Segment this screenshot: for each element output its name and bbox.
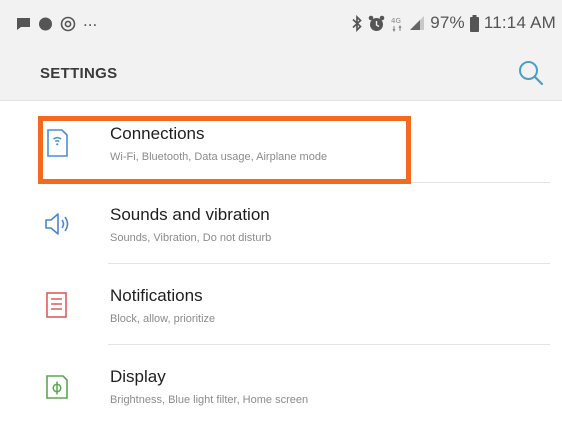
network-4g-icon: 4G xyxy=(391,17,402,32)
message-icon xyxy=(17,18,30,30)
display-title: Display xyxy=(110,367,166,386)
settings-item-sounds[interactable]: Sounds and vibration Sounds, Vibration, … xyxy=(0,183,562,264)
battery-icon xyxy=(469,14,479,32)
status-left-icons: ... xyxy=(16,11,98,34)
settings-header: SETTINGS xyxy=(0,44,562,101)
svg-text:4G: 4G xyxy=(391,17,401,25)
settings-list: Connections Wi-Fi, Bluetooth, Data usage… xyxy=(0,102,562,426)
speaker-icon xyxy=(45,213,69,235)
status-bar: ... 4G 97% 11:14 AM xyxy=(0,0,562,44)
page-title: SETTINGS xyxy=(40,65,118,82)
messenger-icon xyxy=(39,17,52,30)
notifications-icon xyxy=(46,292,67,318)
search-button[interactable] xyxy=(516,58,546,88)
search-icon xyxy=(519,61,544,86)
status-right-icons: 4G 97% 11:14 AM xyxy=(351,13,556,33)
display-subtitle: Brightness, Blue light filter, Home scre… xyxy=(110,394,309,406)
notifications-title: Notifications xyxy=(110,286,203,305)
notifications-subtitle: Block, allow, prioritize xyxy=(110,313,216,325)
settings-item-connections[interactable]: Connections Wi-Fi, Bluetooth, Data usage… xyxy=(0,102,562,183)
settings-item-display[interactable]: Display Brightness, Blue light filter, H… xyxy=(0,345,562,426)
connections-icon xyxy=(47,129,68,157)
sounds-title: Sounds and vibration xyxy=(110,205,270,224)
sounds-subtitle: Sounds, Vibration, Do not disturb xyxy=(110,232,272,244)
at-sign-icon xyxy=(60,16,76,32)
connections-subtitle: Wi-Fi, Bluetooth, Data usage, Airplane m… xyxy=(110,151,328,163)
settings-item-notifications[interactable]: Notifications Block, allow, prioritize xyxy=(0,264,562,345)
signal-icon xyxy=(410,16,425,30)
status-time: 11:14 AM xyxy=(483,13,556,32)
battery-percent: 97% xyxy=(430,13,465,32)
alarm-icon xyxy=(368,15,385,31)
status-overflow: ... xyxy=(83,11,98,30)
bluetooth-icon xyxy=(352,14,362,32)
display-icon xyxy=(46,375,68,399)
connections-title: Connections xyxy=(110,124,205,143)
